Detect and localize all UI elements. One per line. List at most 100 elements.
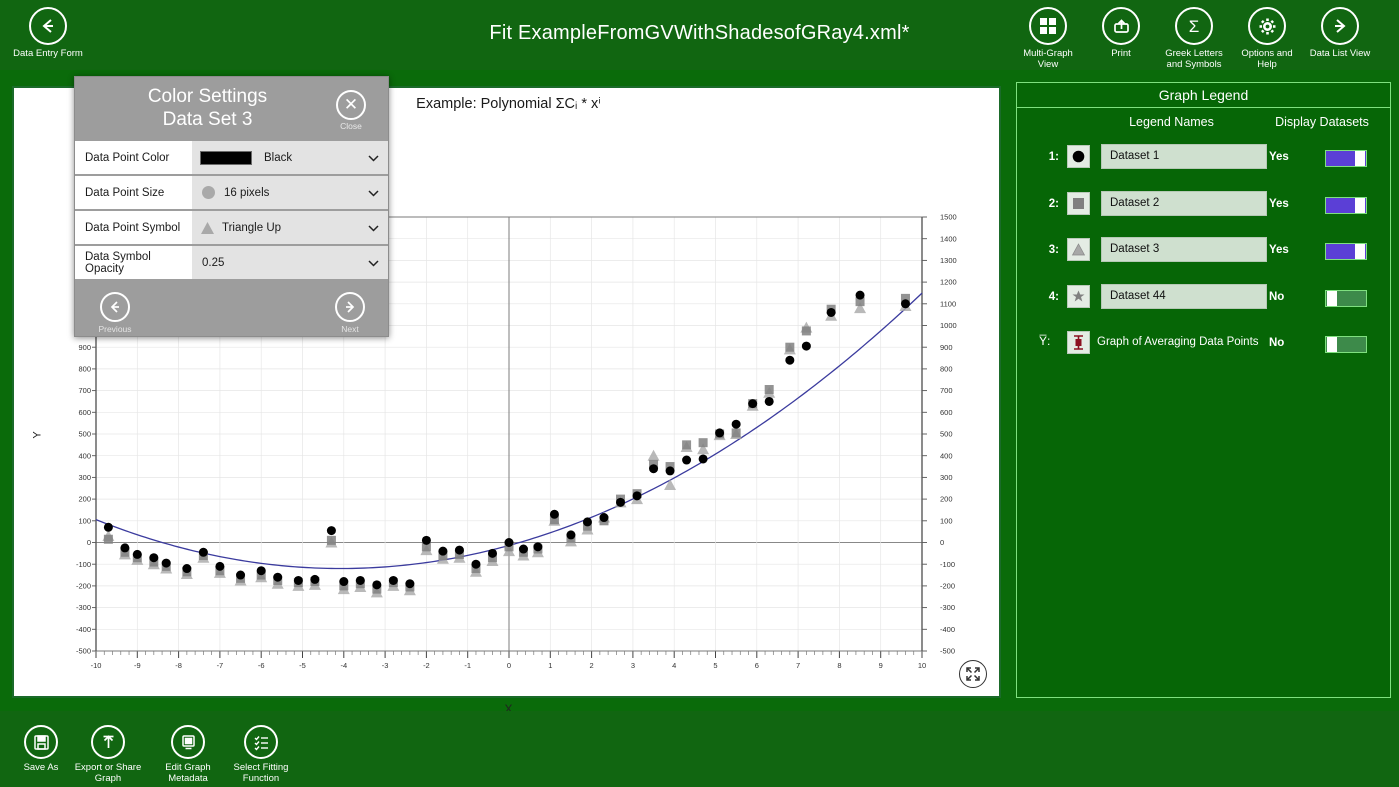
x-tick-label: -7	[217, 661, 224, 670]
legend-rows: 1:Dataset 1Yes2:Dataset 2Yes3:Dataset 3Y…	[1017, 138, 1390, 371]
display-toggle[interactable]	[1325, 150, 1367, 167]
y-tick-label-right: 1000	[940, 321, 957, 330]
y-tick-label-left: 400	[78, 451, 91, 460]
data-point-circle	[785, 356, 794, 365]
legend-row: 1: Dataset 1Yes	[1017, 138, 1390, 185]
print-icon	[1102, 7, 1140, 45]
x-tick-label: 9	[879, 661, 883, 670]
data-list-view-button[interactable]: Data List View	[1292, 7, 1388, 59]
x-tick-label: 8	[837, 661, 841, 670]
data-point-circle	[471, 560, 480, 569]
color-swatch	[200, 151, 252, 165]
edit-metadata-button[interactable]: Edit GraphMetadata	[147, 725, 229, 784]
legend-name-input[interactable]: Dataset 44	[1101, 284, 1267, 309]
close-button[interactable]: ✕ Close	[334, 90, 368, 131]
legend-symbol-triangle-icon[interactable]	[1067, 238, 1090, 261]
data-point-symbol-dropdown[interactable]: Triangle Up	[192, 211, 388, 244]
data-point-color-label: Data Point Color	[75, 152, 192, 164]
y-tick-label-right: 1400	[940, 234, 957, 243]
y-tick-label-right: 1100	[940, 299, 956, 308]
expand-icon[interactable]	[959, 660, 987, 688]
x-tick-label: 7	[796, 661, 800, 670]
x-tick-label: -6	[258, 661, 265, 670]
display-status: Yes	[1269, 244, 1315, 256]
data-point-circle	[372, 580, 381, 589]
data-point-circle	[389, 576, 398, 585]
data-point-square	[765, 385, 774, 394]
data-point-square	[104, 535, 113, 544]
dialog-title-line1: Color Settings	[75, 85, 340, 108]
data-point-circle	[566, 530, 575, 539]
data-point-circle	[802, 342, 811, 351]
y-tick-label-right: 1300	[940, 256, 957, 265]
legend-name-input[interactable]: Dataset 3	[1101, 237, 1267, 262]
previous-button[interactable]: Previous	[85, 292, 145, 334]
legend-row: 2: Dataset 2Yes	[1017, 185, 1390, 232]
data-symbol-opacity-dropdown[interactable]: 0.25	[192, 246, 388, 279]
y-tick-label-right: 400	[940, 451, 953, 460]
legend-symbol-star-icon[interactable]	[1067, 285, 1090, 308]
data-point-circle	[901, 299, 910, 308]
legend-row-index: 1:	[1039, 151, 1059, 163]
y-tick-label-right: 100	[940, 516, 953, 525]
back-button-label: Data Entry Form	[0, 48, 96, 59]
y-tick-label-right: 800	[940, 365, 953, 374]
legend-row: 3:Dataset 3Yes	[1017, 231, 1390, 278]
y-tick-label-right: 500	[940, 430, 953, 439]
display-datasets-header: Display Datasets	[1257, 115, 1387, 129]
data-point-symbol-row: Data Point Symbol Triangle Up	[75, 211, 388, 244]
save-icon	[24, 725, 58, 759]
data-point-circle	[856, 291, 865, 300]
close-button-label: Close	[334, 121, 368, 131]
data-point-color-row: Data Point Color Black	[75, 141, 388, 174]
display-status: Yes	[1269, 198, 1315, 210]
data-point-symbol-label: Data Point Symbol	[75, 222, 192, 234]
display-toggle[interactable]	[1325, 290, 1367, 307]
legend-row-index: 2:	[1039, 198, 1059, 210]
data-point-size-dropdown[interactable]: 16 pixels	[192, 176, 388, 209]
data-point-circle	[339, 577, 348, 586]
next-button[interactable]: Next	[320, 292, 380, 334]
legend-row-index: 4:	[1039, 291, 1059, 303]
data-point-circle	[666, 466, 675, 475]
data-point-square	[682, 440, 691, 449]
y-tick-label-left: 300	[78, 473, 91, 482]
data-point-color-value: Black	[264, 152, 292, 164]
y-tick-label-right: 300	[940, 473, 953, 482]
y-tick-label-left: -200	[76, 582, 91, 591]
export-share-button[interactable]: Export or ShareGraph	[67, 725, 149, 784]
display-status: Yes	[1269, 151, 1315, 163]
export-icon	[91, 725, 125, 759]
legend-symbol-circle-icon[interactable]	[1067, 145, 1090, 168]
display-status: No	[1269, 291, 1315, 303]
toggle-knob	[1327, 337, 1337, 352]
data-point-square	[327, 536, 336, 545]
legend-names-header: Legend Names	[1069, 115, 1274, 129]
display-toggle[interactable]	[1325, 197, 1367, 214]
legend-name-input[interactable]: Dataset 1	[1101, 144, 1267, 169]
legend-name-input[interactable]: Dataset 2	[1101, 191, 1267, 216]
data-point-square	[732, 428, 741, 437]
close-icon: ✕	[336, 90, 366, 120]
data-point-circle	[438, 547, 447, 556]
y-tick-label-left: 500	[78, 430, 91, 439]
display-status: No	[1269, 337, 1315, 349]
data-point-color-dropdown[interactable]: Black	[192, 141, 388, 174]
sigma-icon: Σ	[1175, 7, 1213, 45]
y-tick-label-right: 600	[940, 408, 953, 417]
dialog-footer: Previous Next	[75, 281, 388, 345]
display-toggle[interactable]	[1325, 336, 1367, 353]
x-tick-label: -3	[382, 661, 389, 670]
y-tick-label-right: 1500	[940, 213, 957, 222]
data-point-circle	[104, 523, 113, 532]
display-toggle[interactable]	[1325, 243, 1367, 260]
x-tick-label: 3	[631, 661, 635, 670]
legend-title: Graph Legend	[1017, 83, 1390, 108]
legend-symbol-errorbar-icon[interactable]	[1067, 331, 1090, 354]
data-point-circle	[533, 542, 542, 551]
y-tick-label-left: 800	[78, 365, 91, 374]
select-fitting-function-button[interactable]: Select FittingFunction	[220, 725, 302, 784]
legend-symbol-square-icon[interactable]	[1067, 192, 1090, 215]
y-tick-label-left: -100	[76, 560, 91, 569]
legend-average-name: Graph of Averaging Data Points	[1097, 330, 1287, 355]
